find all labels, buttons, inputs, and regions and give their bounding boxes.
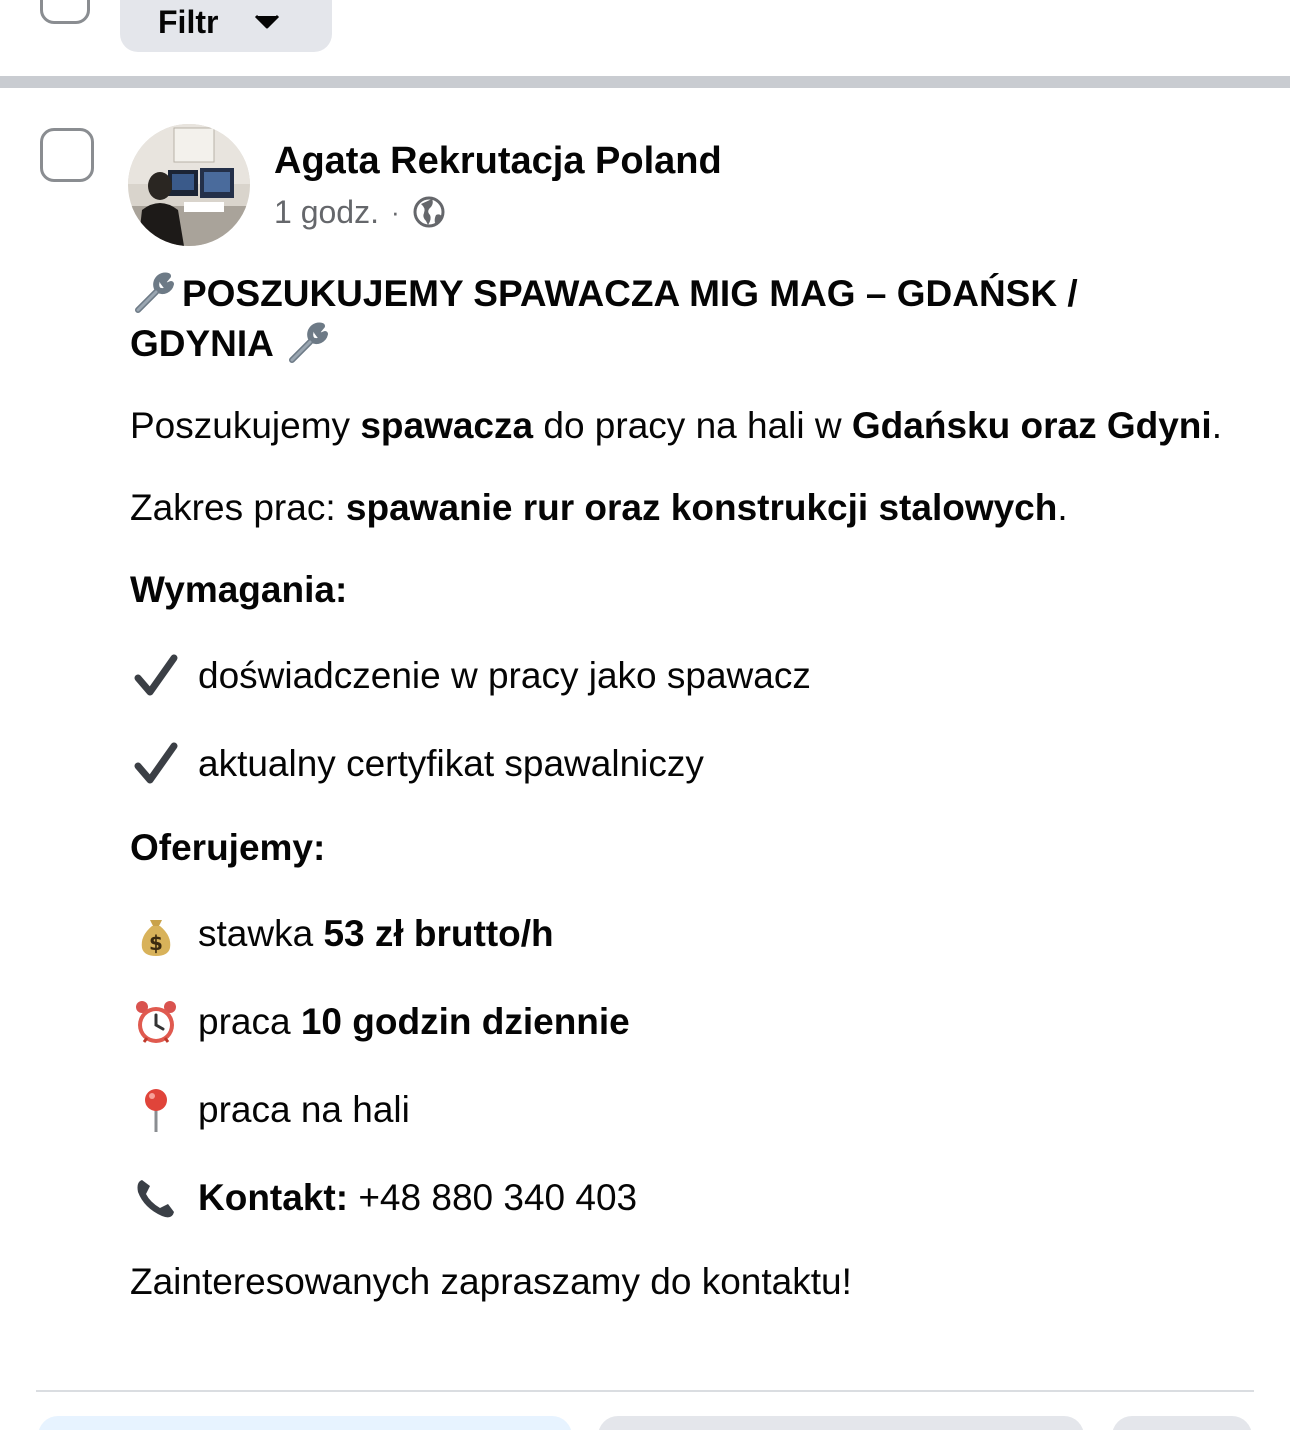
closing-text: Zainteresowanych zapraszamy do kontaktu!: [130, 1261, 852, 1302]
requirement-text: aktualny certyfikat spawalniczy: [198, 743, 704, 784]
requirements-title: Wymagania:: [130, 569, 348, 610]
intro-bold-1: spawacza: [360, 405, 534, 446]
check-icon: [130, 650, 182, 702]
post-headline: POSZUKUJEMY SPAWACZA MIG MAG – GDAŃSK / …: [130, 268, 1240, 368]
post-divider: [36, 1390, 1254, 1392]
meta-separator: ·: [390, 197, 400, 227]
filter-button[interactable]: Filtr: [120, 0, 332, 52]
offer-item-place: praca na hali: [130, 1084, 1240, 1136]
contact-row: Kontakt: +48 880 340 403: [130, 1172, 1240, 1224]
pin-icon: [130, 1084, 182, 1136]
intro-text: Poszukujemy: [130, 405, 361, 446]
secondary-action-button[interactable]: [598, 1416, 1084, 1430]
contact-phone[interactable]: +48 880 340 403: [348, 1177, 637, 1218]
primary-action-button[interactable]: [38, 1416, 572, 1430]
filter-label: Filtr: [158, 4, 219, 40]
post-time[interactable]: 1 godz.: [274, 192, 379, 232]
section-divider: [0, 76, 1290, 88]
page: Filtr Agata Rekrutacja Poland 1 godz. ·: [0, 0, 1290, 1430]
offer-rate-text: stawka 53 zł brutto/h: [198, 910, 554, 958]
alarm-clock-icon: [130, 996, 182, 1048]
offer-item-hours: praca 10 godzin dziennie: [130, 996, 1240, 1048]
svg-text:$: $: [149, 931, 163, 955]
contact-label: Kontakt:: [198, 1177, 349, 1218]
more-action-button[interactable]: [1112, 1416, 1252, 1430]
offer-rate-label: stawka: [198, 913, 324, 954]
post-select-checkbox[interactable]: [40, 128, 94, 182]
post-meta: 1 godz. ·: [274, 192, 446, 232]
headline-text: POSZUKUJEMY SPAWACZA MIG MAG – GDAŃSK / …: [130, 273, 1078, 364]
requirement-item: aktualny certyfikat spawalniczy: [130, 738, 1240, 790]
requirement-text: doświadczenie w pracy jako spawacz: [198, 655, 811, 696]
offer-hours-value: 10 godzin dziennie: [300, 1001, 630, 1042]
wrench-icon: [284, 318, 336, 366]
intro-paragraph: Poszukujemy spawacza do pracy na hali w …: [130, 402, 1240, 450]
intro-text-mid: do pracy na hali w: [533, 405, 852, 446]
avatar[interactable]: [128, 124, 250, 246]
requirement-item: doświadczenie w pracy jako spawacz: [130, 650, 1240, 702]
scope-bold: spawanie rur oraz konstrukcji stalowych: [345, 487, 1058, 528]
scope-label: Zakres prac:: [130, 487, 346, 528]
check-icon: [130, 738, 182, 790]
select-all-checkbox[interactable]: [40, 0, 90, 24]
contact-text: Kontakt: +48 880 340 403: [198, 1174, 637, 1222]
globe-icon: [413, 196, 445, 228]
intro-bold-2: Gdańsku oraz Gdyni: [851, 405, 1212, 446]
offer-rate-value: 53 zł brutto/h: [323, 913, 554, 954]
scope-paragraph: Zakres prac: spawanie rur oraz konstrukc…: [130, 484, 1240, 532]
money-bag-icon: $: [130, 908, 182, 960]
scope-end: .: [1057, 487, 1068, 528]
chevron-down-icon: [255, 14, 280, 29]
offer-place-text: praca na hali: [198, 1089, 410, 1130]
offer-item-rate: $ stawka 53 zł brutto/h: [130, 908, 1240, 960]
phone-icon: [130, 1172, 182, 1224]
intro-end: .: [1211, 405, 1222, 446]
author-name[interactable]: Agata Rekrutacja Poland: [274, 140, 722, 182]
post-body: POSZUKUJEMY SPAWACZA MIG MAG – GDAŃSK / …: [130, 268, 1240, 1306]
offer-hours-text: praca 10 godzin dziennie: [198, 998, 630, 1046]
wrench-icon: [130, 268, 182, 316]
offer-title: Oferujemy:: [130, 827, 326, 868]
offer-hours-label: praca: [198, 1001, 301, 1042]
